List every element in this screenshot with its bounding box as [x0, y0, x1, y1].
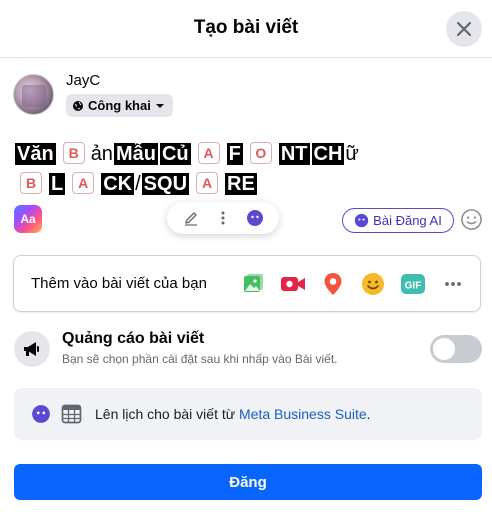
add-gif-button[interactable]: GIF — [400, 271, 426, 297]
toggle-knob — [433, 338, 455, 360]
text-background-button[interactable]: Aa — [14, 205, 42, 233]
text-segment: ản — [90, 143, 113, 165]
post-button[interactable]: Đăng — [14, 464, 482, 500]
text-segment: B — [62, 142, 85, 164]
text-segment: B — [20, 172, 42, 194]
text-segment: A — [197, 142, 220, 164]
post-textarea[interactable]: Văn Bản Mẫu Củ A F O NT CH ữ B L A CK / SQU A RE — [14, 139, 478, 199]
text-segment: CH — [311, 143, 345, 165]
meta-ai-icon — [32, 405, 50, 423]
privacy-label: Công khai — [88, 98, 151, 113]
ai-post-label: Bài Đăng AI — [373, 213, 442, 228]
emoji-picker-icon[interactable] — [460, 208, 483, 231]
gif-icon: GIF — [401, 274, 425, 294]
text-segment: L — [49, 173, 66, 195]
schedule-text: Lên lịch cho bài viết từ Meta Business S… — [95, 406, 371, 422]
add-video-button[interactable] — [280, 271, 306, 297]
dialog-title: Tạo bài viết — [193, 17, 299, 38]
text-segment: F — [226, 143, 243, 165]
text-segment: / — [135, 173, 141, 195]
caret-down-icon — [155, 103, 164, 108]
ai-post-button[interactable]: Bài Đăng AI — [342, 208, 454, 233]
more-options-button[interactable] — [211, 206, 235, 230]
boost-post-title: Quảng cáo bài viết — [62, 330, 205, 347]
text-segment: A — [196, 172, 219, 194]
text-segment: Mẫu — [113, 143, 158, 165]
dialog-header: Tạo bài viết — [0, 0, 492, 58]
photo-icon — [244, 274, 263, 292]
text-segment: SQU — [141, 173, 190, 195]
add-photo-button[interactable] — [240, 271, 266, 297]
megaphone-icon — [24, 342, 39, 356]
schedule-suffix: . — [366, 406, 371, 422]
video-icon — [281, 277, 305, 291]
floating-toolbar — [167, 202, 279, 234]
gif-label: GIF — [405, 281, 422, 292]
user-name: JayC — [66, 72, 101, 89]
boost-post-toggle[interactable] — [430, 335, 482, 363]
privacy-selector[interactable]: Công khai — [66, 94, 173, 117]
pencil-icon — [185, 212, 197, 226]
add-location-button[interactable] — [320, 271, 346, 297]
more-options-button[interactable] — [440, 271, 466, 297]
add-to-post-box: Thêm vào bài viết của bạn GIF — [13, 255, 481, 312]
text-segment: RE — [225, 173, 257, 195]
avatar — [13, 74, 54, 115]
text-segment: NT — [278, 143, 310, 165]
close-icon — [456, 21, 472, 37]
meta-ai-icon — [355, 213, 369, 228]
post-line-2: B L A CK / SQU A RE — [14, 169, 478, 199]
boost-post-subtitle: Bạn sẽ chọn phần cài đặt sau khi nhấp và… — [62, 352, 338, 366]
more-dots-icon — [445, 282, 461, 286]
calendar-icon — [61, 404, 82, 424]
edit-button[interactable] — [179, 206, 203, 230]
text-segment: A — [72, 172, 95, 194]
close-button[interactable] — [446, 11, 482, 47]
schedule-box: Lên lịch cho bài viết từ Meta Business S… — [14, 388, 482, 440]
megaphone-icon-container — [14, 331, 50, 367]
text-segment: CK — [101, 173, 135, 195]
text-segment: Củ — [159, 143, 191, 165]
feeling-emoji-icon — [362, 273, 384, 295]
add-to-post-label: Thêm vào bài viết của bạn — [31, 275, 207, 292]
text-segment: ữ — [345, 143, 359, 165]
meta-ai-icon — [247, 210, 263, 226]
text-segment: O — [249, 142, 272, 164]
globe-icon — [73, 100, 83, 111]
add-feeling-button[interactable] — [360, 271, 386, 297]
vertical-dots-icon — [221, 211, 225, 225]
schedule-prefix: Lên lịch cho bài viết từ — [95, 406, 240, 422]
post-line-1: Văn Bản Mẫu Củ A F O NT CH ữ — [14, 139, 478, 169]
text-segment: Văn — [15, 143, 56, 165]
ai-assistant-button[interactable] — [243, 206, 267, 230]
meta-business-suite-link[interactable]: Meta Business Suite — [239, 406, 367, 422]
location-pin-icon — [324, 273, 342, 295]
